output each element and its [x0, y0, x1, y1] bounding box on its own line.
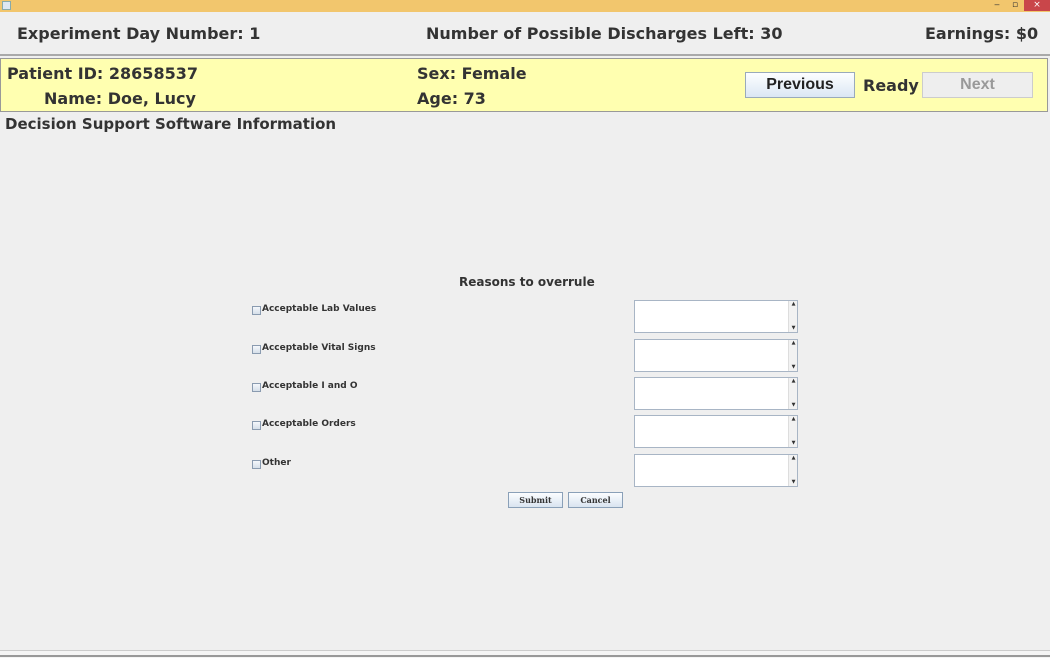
patient-info-panel: Patient ID: 28658537 Name: Doe, Lucy Sex…	[0, 58, 1048, 112]
lab-values-scrollbar[interactable]: ▲ ▼	[788, 301, 797, 332]
discharges-left: Number of Possible Discharges Left: 30	[426, 24, 783, 43]
orders-checkbox[interactable]	[252, 421, 261, 430]
section-title: Decision Support Software Information	[5, 115, 337, 133]
vital-signs-label: Acceptable Vital Signs	[262, 343, 376, 353]
experiment-status-bar: Experiment Day Number: 1 Number of Possi…	[0, 12, 1050, 56]
patient-sex-label: Sex:	[417, 64, 457, 83]
orders-scrollbar[interactable]: ▲ ▼	[788, 416, 797, 447]
lab-values-checkbox[interactable]	[252, 306, 261, 315]
previous-button[interactable]: Previous	[745, 72, 855, 98]
vital-signs-scrollbar[interactable]: ▲ ▼	[788, 340, 797, 371]
lab-values-textarea-wrap: ▲ ▼	[634, 300, 798, 333]
day-value: 1	[249, 24, 261, 43]
lab-values-textarea[interactable]	[635, 301, 789, 332]
earnings-label: Earnings:	[925, 24, 1011, 43]
other-scrollbar[interactable]: ▲ ▼	[788, 455, 797, 486]
minimize-icon[interactable]: ‒	[990, 0, 1004, 11]
scroll-up-icon[interactable]: ▲	[790, 416, 797, 423]
patient-age-value: 73	[463, 89, 486, 108]
scroll-up-icon[interactable]: ▲	[790, 455, 797, 462]
patient-sex: Sex: Female	[417, 64, 527, 83]
scroll-down-icon[interactable]: ▼	[790, 440, 797, 447]
i-and-o-label: Acceptable I and O	[262, 381, 358, 391]
cancel-button[interactable]: Cancel	[568, 492, 623, 508]
scroll-up-icon[interactable]: ▲	[790, 301, 797, 308]
other-label: Other	[262, 458, 291, 468]
i-and-o-scrollbar[interactable]: ▲ ▼	[788, 378, 797, 409]
vital-signs-checkbox[interactable]	[252, 345, 261, 354]
earnings: Earnings: $0	[925, 24, 1038, 43]
java-app-icon	[2, 1, 11, 10]
i-and-o-checkbox[interactable]	[252, 383, 261, 392]
window-title-bar: ‒ ▫ ×	[0, 0, 1050, 12]
scroll-up-icon[interactable]: ▲	[790, 378, 797, 385]
ready-status: Ready	[863, 76, 919, 95]
experiment-day: Experiment Day Number: 1	[17, 24, 260, 43]
patient-id-label: Patient ID:	[7, 64, 104, 83]
vital-signs-textarea[interactable]	[635, 340, 789, 371]
orders-textarea-wrap: ▲ ▼	[634, 415, 798, 448]
patient-id-value: 28658537	[108, 64, 198, 83]
patient-name-label: Name:	[44, 89, 103, 108]
discharges-value: 30	[760, 24, 783, 43]
i-and-o-textarea-wrap: ▲ ▼	[634, 377, 798, 410]
scroll-down-icon[interactable]: ▼	[790, 325, 797, 332]
vital-signs-textarea-wrap: ▲ ▼	[634, 339, 798, 372]
patient-age: Age: 73	[417, 89, 486, 108]
lab-values-label: Acceptable Lab Values	[262, 304, 377, 314]
scroll-up-icon[interactable]: ▲	[790, 340, 797, 347]
i-and-o-textarea[interactable]	[635, 378, 789, 409]
reasons-title: Reasons to overrule	[459, 275, 595, 289]
next-button[interactable]: Next	[922, 72, 1033, 98]
orders-label: Acceptable Orders	[262, 419, 356, 429]
patient-name: Name: Doe, Lucy	[44, 89, 196, 108]
day-label: Experiment Day Number:	[17, 24, 244, 43]
other-textarea[interactable]	[635, 455, 789, 486]
close-icon[interactable]: ×	[1024, 0, 1050, 11]
patient-sex-value: Female	[461, 64, 527, 83]
patient-name-value: Doe, Lucy	[107, 89, 196, 108]
scroll-down-icon[interactable]: ▼	[790, 364, 797, 371]
patient-id: Patient ID: 28658537	[7, 64, 198, 83]
scroll-down-icon[interactable]: ▼	[790, 402, 797, 409]
earnings-value: $0	[1015, 24, 1039, 43]
scroll-down-icon[interactable]: ▼	[790, 479, 797, 486]
orders-textarea[interactable]	[635, 416, 789, 447]
other-textarea-wrap: ▲ ▼	[634, 454, 798, 487]
patient-age-label: Age:	[417, 89, 459, 108]
other-checkbox[interactable]	[252, 460, 261, 469]
submit-button[interactable]: Submit	[508, 492, 563, 508]
discharges-label: Number of Possible Discharges Left:	[426, 24, 755, 43]
maximize-icon[interactable]: ▫	[1008, 0, 1022, 11]
